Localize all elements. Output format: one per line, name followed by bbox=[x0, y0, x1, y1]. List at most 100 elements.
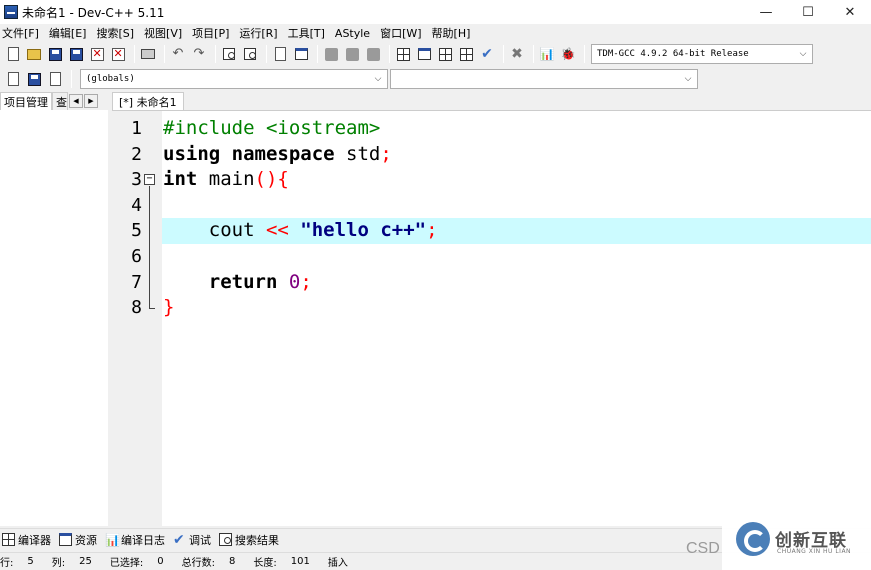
toolbar-separator bbox=[266, 45, 267, 63]
undo-button[interactable]: ↶ bbox=[169, 45, 187, 63]
menu-astyle[interactable]: AStyle bbox=[335, 27, 376, 40]
tab-resources-label: 资源 bbox=[75, 533, 97, 547]
code-line[interactable] bbox=[162, 244, 871, 270]
tab-compiler[interactable]: 编译器 bbox=[2, 532, 51, 548]
tab-class-browser[interactable]: 查 bbox=[52, 92, 68, 110]
minimize-button[interactable]: — bbox=[745, 0, 787, 24]
status-sel-value: 0 bbox=[157, 556, 164, 567]
compile-button[interactable] bbox=[394, 45, 412, 63]
scope-select[interactable]: (globals) ⌵ bbox=[80, 69, 388, 89]
code-token: 0 bbox=[288, 270, 301, 293]
scope-select-value: (globals) bbox=[86, 74, 135, 84]
rebuild-button[interactable] bbox=[457, 45, 475, 63]
fold-collapse-icon[interactable]: − bbox=[144, 174, 155, 185]
bookmark-prev-button[interactable] bbox=[322, 45, 340, 63]
tab-debug-label: 调试 bbox=[189, 533, 211, 547]
line-number: 4 bbox=[131, 194, 142, 216]
watermark-logo-icon bbox=[736, 522, 770, 556]
tab-compile-log[interactable]: 📊 编译日志 bbox=[105, 532, 165, 548]
resource-icon bbox=[59, 533, 72, 546]
menu-file[interactable]: 文件[F] bbox=[2, 25, 45, 41]
save-all-icon bbox=[69, 47, 83, 61]
close-file-button[interactable] bbox=[88, 45, 106, 63]
close-button[interactable]: ✕ bbox=[829, 0, 871, 24]
tab-scroll-right-button[interactable]: ▶ bbox=[84, 94, 98, 108]
menu-run[interactable]: 运行[R] bbox=[239, 25, 283, 41]
code-line[interactable]: using namespace std; bbox=[162, 142, 871, 168]
menu-project[interactable]: 项目[P] bbox=[192, 25, 235, 41]
function-select[interactable]: ⌵ bbox=[390, 69, 698, 89]
code-token: << bbox=[265, 219, 289, 242]
menu-search[interactable]: 搜索[S] bbox=[96, 25, 140, 41]
chart-icon: 📊 bbox=[539, 47, 555, 61]
stop-button[interactable]: ✖ bbox=[508, 45, 526, 63]
code-token: using bbox=[163, 142, 221, 165]
open-folder-icon bbox=[27, 48, 41, 60]
project-panel[interactable] bbox=[0, 110, 108, 526]
new-file-button[interactable] bbox=[4, 45, 22, 63]
debug-button[interactable]: 🐞 bbox=[559, 45, 577, 63]
tab-search-results[interactable]: 搜索结果 bbox=[219, 532, 279, 548]
code-line[interactable]: } bbox=[162, 295, 871, 321]
profile-button[interactable]: 📊 bbox=[538, 45, 556, 63]
menu-view[interactable]: 视图[V] bbox=[144, 25, 188, 41]
code-token: #include <iostream> bbox=[163, 117, 381, 139]
new-file-icon bbox=[7, 47, 19, 61]
tab-project[interactable]: 项目管理 bbox=[0, 92, 52, 110]
code-line[interactable]: int main(){ bbox=[162, 167, 871, 193]
open-button[interactable] bbox=[25, 45, 43, 63]
bookmark-prev-icon bbox=[324, 47, 338, 61]
code-line[interactable] bbox=[162, 193, 871, 219]
insert-icon bbox=[7, 72, 19, 86]
tab-search-results-label: 搜索结果 bbox=[235, 533, 279, 547]
insert-button[interactable] bbox=[4, 70, 22, 88]
tab-debug[interactable]: ✔ 调试 bbox=[173, 532, 211, 548]
menu-help[interactable]: 帮助[H] bbox=[432, 25, 477, 41]
toolbar-separator bbox=[317, 45, 318, 63]
bookmark-toggle-button[interactable] bbox=[364, 45, 382, 63]
save-all-button[interactable] bbox=[67, 45, 85, 63]
menu-edit[interactable]: 编辑[E] bbox=[49, 25, 93, 41]
code-token: main bbox=[197, 168, 255, 191]
save-button[interactable] bbox=[46, 45, 64, 63]
code-line[interactable]: return 0; bbox=[162, 270, 871, 296]
compile-run-button[interactable] bbox=[436, 45, 454, 63]
indent-button[interactable] bbox=[292, 45, 310, 63]
line-number: 7 bbox=[131, 271, 142, 293]
code-line[interactable]: #include <iostream> bbox=[162, 116, 871, 142]
editor-tab-untitled[interactable]: [*] 未命名1 bbox=[112, 92, 184, 110]
watermark-csd: CSD bbox=[686, 540, 720, 557]
tab-resources[interactable]: 资源 bbox=[59, 532, 97, 548]
find-button[interactable] bbox=[220, 45, 238, 63]
code-editor[interactable]: 1 2 3 4 5 6 7 8 − #include <iostream> usi… bbox=[112, 110, 871, 527]
close-all-button[interactable] bbox=[109, 45, 127, 63]
window-controls: — ☐ ✕ bbox=[745, 0, 871, 24]
status-row-label: 行: bbox=[0, 558, 14, 569]
menu-tools[interactable]: 工具[T] bbox=[288, 25, 331, 41]
replace-icon bbox=[244, 48, 256, 60]
goto-line-icon bbox=[274, 47, 286, 61]
redo-button[interactable]: ↷ bbox=[190, 45, 208, 63]
code-token: "hello c++" bbox=[300, 219, 427, 242]
chevron-down-icon: ⌵ bbox=[374, 74, 382, 84]
line-number: 6 bbox=[131, 246, 142, 267]
tab-scroll-left-button[interactable]: ◀ bbox=[69, 94, 83, 108]
code-line[interactable]: cout << "hello c++"; bbox=[162, 218, 871, 244]
maximize-button[interactable]: ☐ bbox=[787, 0, 829, 24]
code-area[interactable]: #include <iostream> using namespace std; i… bbox=[162, 111, 871, 527]
watermark-subtitle: CHUANG XIN HU LIAN bbox=[777, 548, 852, 555]
run-button[interactable] bbox=[415, 45, 433, 63]
rebuild-icon bbox=[459, 47, 473, 61]
print-button[interactable] bbox=[139, 45, 157, 63]
debug-icon: ✔ bbox=[173, 532, 185, 548]
syntax-check-button[interactable]: ✔ bbox=[478, 45, 496, 63]
bookmark-next-button[interactable] bbox=[343, 45, 361, 63]
toggle-panel-button[interactable] bbox=[46, 70, 64, 88]
goto-def-button[interactable] bbox=[25, 70, 43, 88]
replace-button[interactable] bbox=[241, 45, 259, 63]
indent-icon bbox=[294, 48, 308, 60]
goto-line-button[interactable] bbox=[271, 45, 289, 63]
compiler-select[interactable]: TDM-GCC 4.9.2 64-bit Release ⌵ bbox=[591, 44, 813, 64]
menu-window[interactable]: 窗口[W] bbox=[380, 25, 427, 41]
